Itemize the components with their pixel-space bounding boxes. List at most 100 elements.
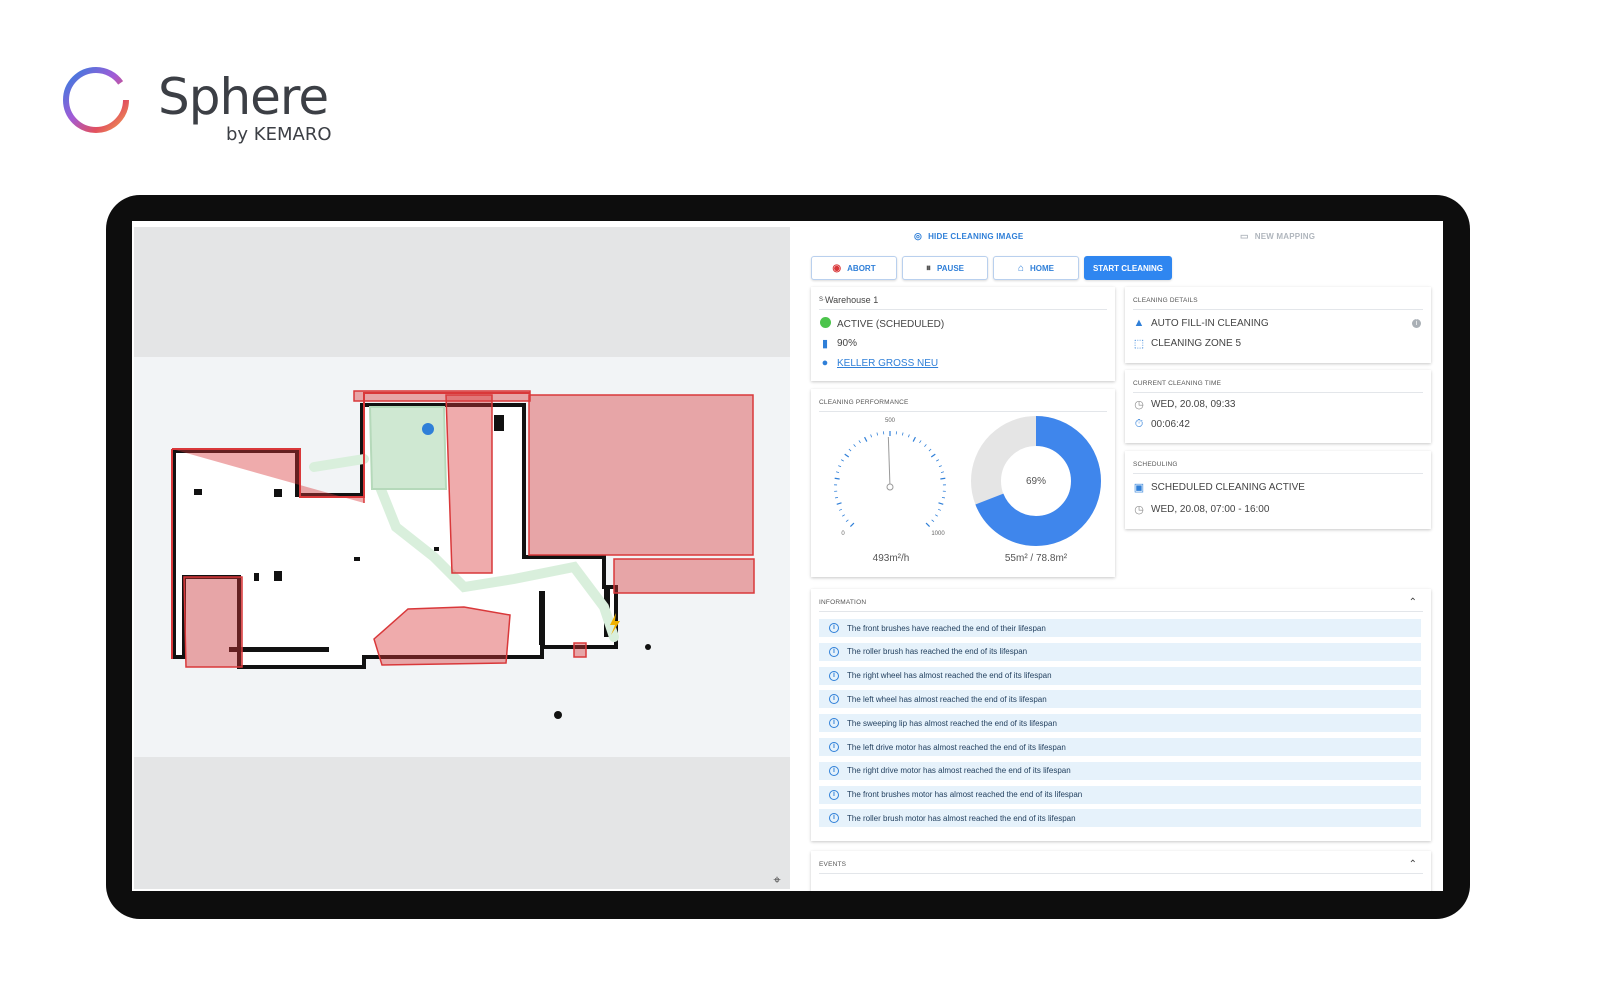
gauge-tick xyxy=(853,444,856,447)
divider xyxy=(819,873,1423,874)
events-card: EVENTS ⌃ xyxy=(811,851,1431,891)
pause-label: PAUSE xyxy=(937,263,964,273)
cleaning-zone: ⬚ CLEANING ZONE 5 xyxy=(1133,337,1241,350)
information-item: i The left drive motor has almost reached… xyxy=(819,738,1421,756)
information-item-text: The left wheel has almost reached the en… xyxy=(847,694,1047,704)
gauge-tick xyxy=(938,502,944,505)
chevron-up-icon[interactable]: ⌃ xyxy=(1409,597,1417,608)
dotted-square-icon: ⬚ xyxy=(1133,338,1145,350)
gauge-tick xyxy=(930,453,936,458)
battery-level: 90% xyxy=(837,338,858,349)
cleaning-details-title: CLEANING DETAILS xyxy=(1133,297,1198,304)
info-icon: i xyxy=(829,789,839,800)
gauge-tick xyxy=(842,514,846,517)
gauge-value-label: 493m²/h xyxy=(872,553,910,564)
home-button[interactable]: ⌂ HOME xyxy=(993,256,1079,280)
gauge-tick xyxy=(931,519,935,522)
information-item-text: The left drive motor has almost reached … xyxy=(847,742,1066,752)
gauge-tick xyxy=(941,496,946,499)
gauge-tick xyxy=(925,522,931,528)
information-item-text: The right drive motor has almost reached… xyxy=(847,766,1071,776)
cleaning-details-card: CLEANING DETAILS ▲ AUTO FILL-IN CLEANING… xyxy=(1125,287,1431,363)
clock-icon: ◷ xyxy=(1134,399,1144,411)
gauge-tick xyxy=(848,448,852,452)
abort-label: ABORT xyxy=(847,263,876,273)
events-title: EVENTS xyxy=(819,861,847,868)
pause-button[interactable]: ⏸ PAUSE xyxy=(902,256,988,280)
divider xyxy=(1133,473,1423,474)
hide-cleaning-image-label: HIDE CLEANING IMAGE xyxy=(928,232,1024,241)
gauge-hub xyxy=(886,483,894,491)
robot-name-label: Warehouse 1 xyxy=(825,295,879,305)
schedule-window-text: WED, 20.08, 07:00 - 16:00 xyxy=(1151,504,1270,515)
info-icon: i xyxy=(829,742,839,752)
info-icon: i xyxy=(829,670,839,681)
information-item: i The right drive motor has almost reache… xyxy=(819,761,1421,780)
gauge-tick xyxy=(937,508,942,511)
info-icon[interactable]: i xyxy=(1412,319,1421,328)
calendar-play-icon: ▣ xyxy=(1133,482,1145,494)
gauge-tick xyxy=(858,440,861,444)
abort-button[interactable]: ◉ ABORT xyxy=(811,256,897,280)
schedule-status: ▣ SCHEDULED CLEANING ACTIVE xyxy=(1133,481,1305,494)
gauge-tick xyxy=(907,434,910,438)
location-link[interactable]: KELLER GROSS NEU xyxy=(837,358,938,369)
timer-icon: ⏱ xyxy=(1134,418,1144,430)
map-panel[interactable]: ⌖ xyxy=(134,227,790,889)
robot-location[interactable]: ● KELLER GROSS NEU xyxy=(819,357,938,369)
info-icon: i xyxy=(829,718,839,729)
chevron-up-icon[interactable]: ⌃ xyxy=(1409,859,1417,870)
information-item-text: The front brushes have reached the end o… xyxy=(847,623,1046,633)
donut-value-label: 55m² / 78.8m² xyxy=(1004,553,1068,564)
cleaning-elapsed: ⏱ 00:06:42 xyxy=(1133,418,1190,431)
gauge-tick xyxy=(844,453,850,458)
information-item: i The right wheel has almost reached the … xyxy=(819,666,1421,685)
gauge-tick xyxy=(834,477,840,480)
scheduling-title: SCHEDULING xyxy=(1133,461,1178,468)
gauge-tick xyxy=(912,436,916,442)
crosshair-icon: ◎ xyxy=(914,231,923,241)
gauge-tick xyxy=(834,496,839,499)
map-icon: ▭ xyxy=(1240,231,1249,241)
gauge-tick xyxy=(849,522,855,528)
divider xyxy=(819,611,1423,612)
robot-card: S· Warehouse 1 ACTIVE (SCHEDULED) ▮ 90% ●… xyxy=(811,287,1115,381)
stop-circle-icon: ◉ xyxy=(832,262,842,274)
new-mapping-label: NEW MAPPING xyxy=(1254,232,1316,241)
information-item: i The left wheel has almost reached the e… xyxy=(819,690,1421,709)
status-dot-icon xyxy=(819,317,831,331)
home-label: HOME xyxy=(1030,263,1055,273)
gauge-tick xyxy=(838,465,842,468)
information-item: i The roller brush motor has almost reach… xyxy=(819,809,1421,828)
cleaning-mode: ▲ AUTO FILL-IN CLEANING xyxy=(1133,317,1269,329)
new-mapping-link[interactable]: ▭ NEW MAPPING xyxy=(1240,231,1315,242)
floor-map[interactable] xyxy=(134,227,790,889)
hide-cleaning-image-link[interactable]: ◎ HIDE CLEANING IMAGE xyxy=(914,231,1023,242)
cleaning-start-text: WED, 20.08, 09:33 xyxy=(1151,399,1236,410)
gauge-tick xyxy=(934,514,938,517)
battery-icon: ▮ xyxy=(821,338,829,350)
gauge-tick xyxy=(835,471,840,473)
gauge-tick xyxy=(840,459,844,462)
information-item: i The sweeping lip has almost reached the… xyxy=(819,714,1421,733)
start-cleaning-label: START CLEANING xyxy=(1092,263,1164,273)
gauge-tick xyxy=(845,519,849,522)
divider xyxy=(819,309,1107,310)
current-time-title: CURRENT CLEANING TIME xyxy=(1133,380,1222,387)
gauge-tick xyxy=(940,471,945,473)
sphere-ring-icon xyxy=(63,67,129,133)
info-icon: i xyxy=(829,765,839,776)
performance-charts: 0 500 1000 69% xyxy=(834,416,1101,546)
gauge-tick xyxy=(836,502,842,505)
brand-name: Sphere xyxy=(158,68,329,126)
gauge-needle xyxy=(887,437,891,488)
gauge-tick xyxy=(924,444,927,447)
start-cleaning-button[interactable]: START CLEANING xyxy=(1084,256,1172,280)
gauge-min-label: 0 xyxy=(841,531,845,537)
info-icon: i xyxy=(829,694,839,705)
gauge-tick xyxy=(928,448,932,452)
information-title: INFORMATION xyxy=(819,599,867,606)
divider xyxy=(1133,392,1423,393)
locate-icon[interactable]: ⌖ xyxy=(770,873,784,887)
information-item: i The front brushes motor has almost reac… xyxy=(819,785,1421,804)
